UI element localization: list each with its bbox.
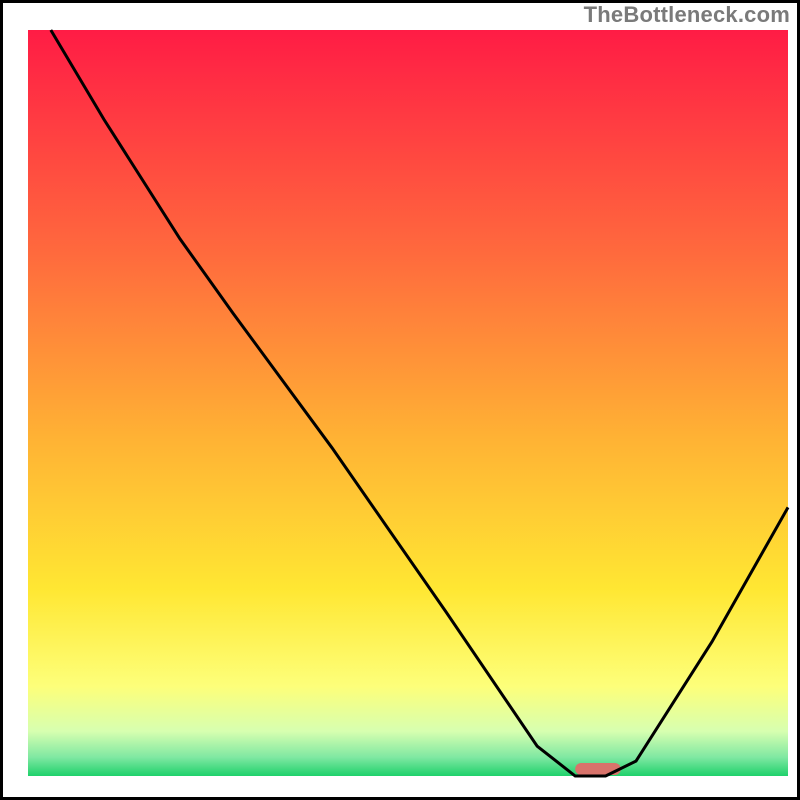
watermark-text: TheBottleneck.com — [584, 2, 790, 28]
bottleneck-chart-svg — [0, 0, 800, 800]
plot-background — [28, 30, 788, 776]
chart-canvas: TheBottleneck.com — [0, 0, 800, 800]
